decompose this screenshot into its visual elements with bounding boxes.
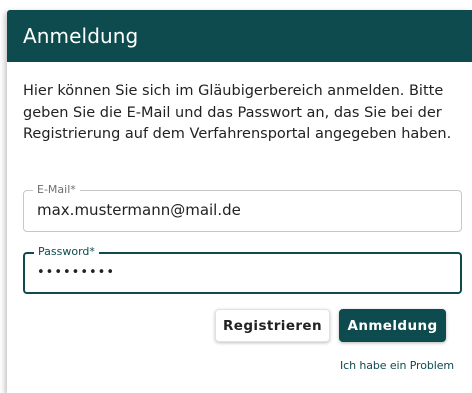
dialog-title: Anmeldung [23,24,139,48]
intro-text: Hier können Sie sich im Gläubigerbereich… [23,83,452,142]
dialog-header: Anmeldung [7,10,472,62]
password-label: Password* [34,245,99,259]
register-button[interactable]: Registrieren [215,309,330,342]
password-field[interactable]: Password* ••••••••• [23,245,462,294]
login-button[interactable]: Anmeldung [339,309,446,342]
email-label: E-Mail* [33,183,80,197]
problem-link[interactable]: Ich habe ein Problem [340,359,454,372]
email-field[interactable]: E-Mail* [23,183,462,232]
login-dialog: Anmeldung Hier können Sie sich im Gläubi… [7,10,472,393]
password-input[interactable]: ••••••••• [37,265,437,280]
email-input[interactable] [37,201,437,219]
